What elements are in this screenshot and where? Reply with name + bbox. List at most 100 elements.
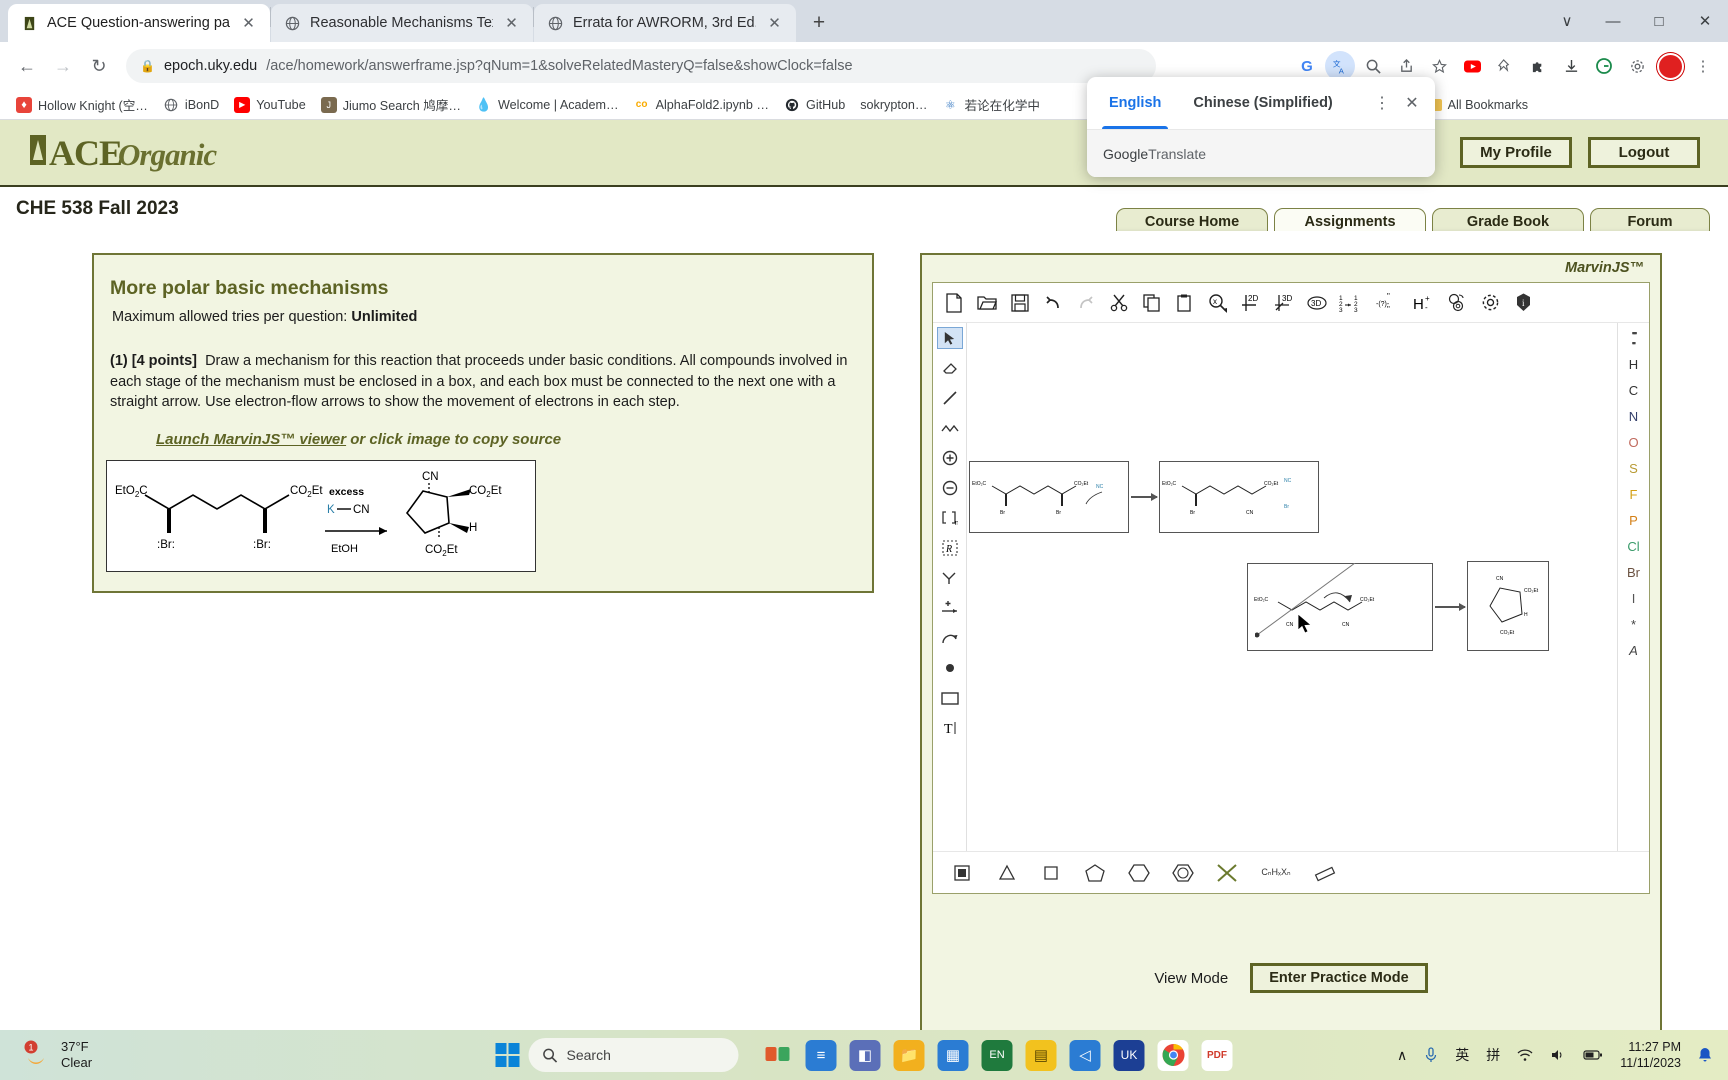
- wifi-icon[interactable]: [1517, 1048, 1533, 1062]
- bookmark-item[interactable]: J Jiumo Search 鸠摩…: [315, 92, 467, 117]
- reload-icon[interactable]: ↻: [82, 49, 116, 83]
- tray-expand-icon[interactable]: ∧: [1397, 1047, 1407, 1064]
- enter-practice-mode-button[interactable]: Enter Practice Mode: [1250, 963, 1428, 993]
- template-library-icon[interactable]: [951, 862, 975, 884]
- translate-options-icon[interactable]: ⋮: [1367, 88, 1397, 118]
- extensions-puzzle-icon[interactable]: [1523, 51, 1553, 81]
- english-ime-icon[interactable]: EN: [981, 1039, 1013, 1071]
- rectangle-tool[interactable]: [937, 687, 963, 709]
- search-input[interactable]: Search: [528, 1038, 739, 1072]
- launch-marvinjs-link[interactable]: Launch MarvinJS™ viewer: [156, 431, 346, 448]
- close-icon[interactable]: ✕: [239, 14, 258, 33]
- cyclobutane-icon[interactable]: [1039, 862, 1063, 884]
- eraser-tool[interactable]: [937, 357, 963, 379]
- decrease-charge-tool[interactable]: [937, 477, 963, 499]
- about-info-icon[interactable]: i: [1512, 292, 1534, 314]
- bell-icon[interactable]: [1698, 1047, 1712, 1063]
- minimize-button[interactable]: —: [1590, 0, 1636, 42]
- maximize-button[interactable]: □: [1636, 0, 1682, 42]
- unknown-bond-icon[interactable]: " -(?)- ": [1376, 292, 1402, 314]
- electron-flow-arrow-tool[interactable]: [937, 627, 963, 649]
- file-explorer-icon[interactable]: 📁: [893, 1039, 925, 1071]
- notepad-icon[interactable]: ▤: [1025, 1039, 1057, 1071]
- reaction-arrow-tool[interactable]: [937, 567, 963, 589]
- browser-tab-1[interactable]: Reasonable Mechanisms Textboo ✕: [271, 4, 533, 42]
- element-any-atom[interactable]: *: [1631, 615, 1636, 633]
- element-F[interactable]: F: [1630, 485, 1638, 503]
- mechanism-step-box-1[interactable]: EtO₂C CO₂Et Br Br NC: [969, 461, 1129, 533]
- redo-icon[interactable]: [1075, 292, 1097, 314]
- element-O[interactable]: O: [1628, 433, 1638, 451]
- clock[interactable]: 11:27 PM 11/11/2023: [1620, 1039, 1681, 1072]
- chrome-icon[interactable]: [1157, 1039, 1189, 1071]
- copy-icon[interactable]: [1141, 292, 1163, 314]
- chrome-menu-icon[interactable]: ⋮: [1688, 51, 1718, 81]
- chevron-down-icon[interactable]: ∨: [1544, 0, 1590, 42]
- volume-icon[interactable]: [1550, 1048, 1566, 1062]
- rotate-3d-icon[interactable]: 3D: [1306, 292, 1328, 314]
- map-atoms-icon[interactable]: 123123: [1339, 292, 1365, 314]
- bookmark-item[interactable]: ♦ Hollow Knight (空…: [10, 92, 154, 117]
- plus-arrow-tool[interactable]: [937, 597, 963, 619]
- formula-icon[interactable]: CₙHₓXₙ: [1259, 862, 1293, 884]
- vscode-icon[interactable]: ◁: [1069, 1039, 1101, 1071]
- grammarly-g-icon[interactable]: [1589, 51, 1619, 81]
- cut-icon[interactable]: [1108, 292, 1130, 314]
- open-folder-icon[interactable]: [976, 292, 998, 314]
- store-icon[interactable]: ▦: [937, 1039, 969, 1071]
- pdf-icon[interactable]: PDF: [1201, 1039, 1233, 1071]
- bookmark-item[interactable]: iBonD: [157, 94, 225, 116]
- uk-app-icon[interactable]: UK: [1113, 1039, 1145, 1071]
- translate-tab-chinese[interactable]: Chinese (Simplified): [1177, 77, 1348, 129]
- measure-icon[interactable]: [1313, 862, 1337, 884]
- ime-pinyin-icon[interactable]: 拼: [1486, 1045, 1500, 1065]
- periodic-table-icon[interactable]: ▪▪▪ ▪▪: [1632, 328, 1637, 348]
- cyclopentane-icon[interactable]: [1083, 862, 1107, 884]
- my-profile-button[interactable]: My Profile: [1460, 137, 1572, 168]
- single-bond-tool[interactable]: [937, 387, 963, 409]
- translate-tab-english[interactable]: English: [1093, 77, 1177, 129]
- copilot-icon[interactable]: ≡: [805, 1039, 837, 1071]
- text-tool[interactable]: T: [937, 717, 963, 739]
- battery-icon[interactable]: [1583, 1049, 1603, 1061]
- task-view-icon[interactable]: [762, 1040, 793, 1071]
- start-button[interactable]: [495, 1043, 520, 1067]
- increase-charge-tool[interactable]: [937, 447, 963, 469]
- close-window-button[interactable]: ✕: [1682, 0, 1728, 42]
- element-N[interactable]: N: [1629, 407, 1638, 425]
- element-C[interactable]: C: [1629, 381, 1638, 399]
- element-S[interactable]: S: [1629, 459, 1638, 477]
- pin-icon[interactable]: [1490, 51, 1520, 81]
- custom-template-icon[interactable]: [1215, 862, 1239, 884]
- lone-pair-tool[interactable]: [937, 657, 963, 679]
- r-group-tool[interactable]: R: [937, 537, 963, 559]
- settings-gear-icon[interactable]: [1622, 51, 1652, 81]
- close-icon[interactable]: ✕: [502, 14, 521, 33]
- paste-icon[interactable]: [1174, 292, 1196, 314]
- element-H[interactable]: H: [1629, 355, 1638, 373]
- microphone-icon[interactable]: [1424, 1047, 1438, 1063]
- address-bar[interactable]: 🔒 epoch.uky.edu/ace/homework/answerframe…: [126, 49, 1156, 83]
- chain-tool[interactable]: [937, 417, 963, 439]
- bracket-tool[interactable]: n: [937, 507, 963, 529]
- bookmark-item[interactable]: 💧 Welcome | Academ…: [470, 94, 625, 116]
- logout-button[interactable]: Logout: [1588, 137, 1700, 168]
- undo-icon[interactable]: [1042, 292, 1064, 314]
- cyclohexane-icon[interactable]: [1127, 862, 1151, 884]
- mechanism-step-box-2[interactable]: EtO₂C CO₂Et Br CN NC Br: [1159, 461, 1319, 533]
- mechanism-step-box-4[interactable]: CN CO₂Et H CO₂Et: [1467, 561, 1549, 651]
- settings-gear-icon[interactable]: [1479, 292, 1501, 314]
- stereo-icon[interactable]: [1446, 292, 1468, 314]
- element-I[interactable]: I: [1632, 589, 1636, 607]
- profile-avatar[interactable]: [1655, 51, 1685, 81]
- clean-2d-icon[interactable]: 2D: [1240, 292, 1262, 314]
- new-tab-button[interactable]: +: [803, 7, 835, 39]
- all-bookmarks-button[interactable]: All Bookmarks: [1420, 95, 1535, 115]
- selection-tool[interactable]: [936, 327, 963, 349]
- forward-icon[interactable]: →: [46, 49, 80, 83]
- translate-close-icon[interactable]: ✕: [1397, 88, 1427, 118]
- ime-english-icon[interactable]: 英: [1455, 1045, 1469, 1065]
- reaction-scheme-image[interactable]: EtO2C CO2Et :Br: :Br: excess K CN EtOH C…: [106, 459, 536, 572]
- bookmark-item[interactable]: GitHub: [778, 94, 851, 116]
- element-P[interactable]: P: [1629, 511, 1638, 529]
